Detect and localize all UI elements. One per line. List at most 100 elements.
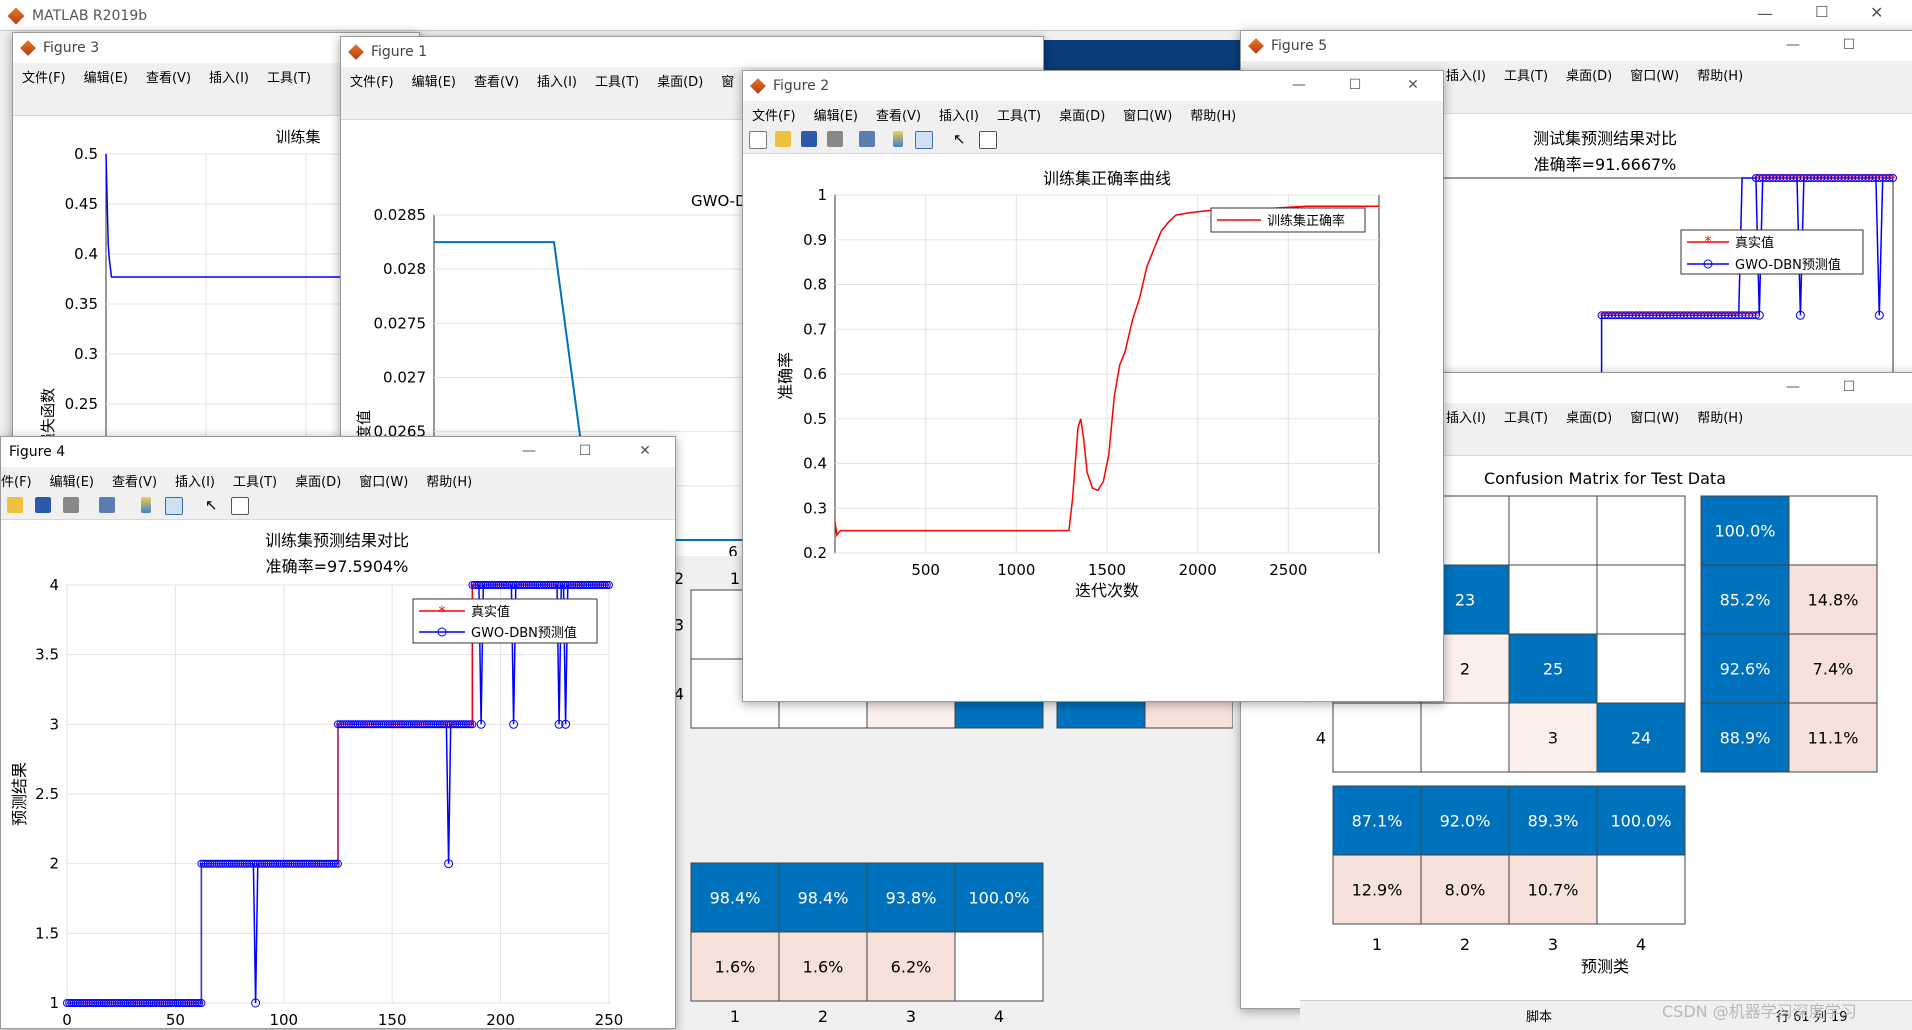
col-label: 3 (1548, 935, 1558, 954)
col-label: 1 (1372, 935, 1382, 954)
menu-insert[interactable]: 插入(I) (166, 467, 224, 490)
legend-icon[interactable] (165, 497, 183, 515)
menu-edit[interactable]: 编辑(E) (75, 63, 137, 86)
menu-tools[interactable]: 工具(T) (586, 67, 648, 90)
menu-file[interactable]: 文件(F) (13, 63, 75, 86)
minimize-icon[interactable]: — (521, 443, 537, 459)
colorbar-icon[interactable] (141, 497, 151, 513)
minimize-icon[interactable]: — (1291, 77, 1307, 93)
figure-1-titlebar[interactable]: Figure 1 (341, 37, 1043, 67)
panel-icon[interactable] (231, 497, 249, 515)
print-icon[interactable] (827, 131, 843, 147)
maximize-icon[interactable]: ☐ (1841, 37, 1857, 53)
y-tick-label: 0.25 (65, 395, 98, 413)
menu-window[interactable]: 窗口(W) (1621, 403, 1688, 426)
menu-insert[interactable]: 插入(I) (1437, 403, 1495, 426)
save-icon[interactable] (801, 131, 817, 147)
link-icon[interactable] (99, 497, 115, 513)
y-tick-label: 0.3 (74, 345, 98, 363)
menu-insert[interactable]: 插入(I) (528, 67, 586, 90)
menu-view[interactable]: 查看(V) (137, 63, 200, 86)
figure-2-window[interactable]: Figure 2 — ☐ ✕ 文件(F) 编辑(E) 查看(V) 插入(I) 工具(T)… (742, 70, 1444, 702)
menu-view[interactable]: 查看(V) (867, 101, 930, 124)
menu-file[interactable]: 文件(F) (743, 101, 805, 124)
menu-window[interactable]: 窗口(W) (350, 467, 417, 490)
pointer-icon[interactable]: ↖ (953, 131, 969, 147)
menu-tools[interactable]: 工具(T) (1495, 61, 1557, 84)
figure-toolbar: ↖ (743, 125, 1443, 154)
minimize-icon[interactable]: — (1785, 379, 1801, 395)
menu-desktop[interactable]: 桌面(D) (1557, 403, 1621, 426)
figure-4-titlebar[interactable]: Figure 4 — ☐ ✕ (1, 437, 675, 467)
col-summary-value: 1.6% (715, 958, 756, 977)
menu-desktop[interactable]: 桌面(D) (286, 467, 350, 490)
window-title: Figure 5 (1271, 38, 1328, 54)
plot-area: 训练集预测结果对比 准确率=97.5904% 4 3.5 3 2.5 2 1.5 1 0 50… (1, 520, 675, 1028)
maximize-icon[interactable]: ☐ (1815, 3, 1828, 21)
figure-2-titlebar[interactable]: Figure 2 — ☐ ✕ (743, 71, 1443, 101)
col-label: 2 (818, 1007, 828, 1026)
menu-file[interactable]: 件(F) (1, 467, 41, 490)
legend-icon[interactable] (915, 131, 933, 149)
col-summary-cell (954, 931, 1044, 1002)
panel-icon[interactable] (979, 131, 997, 149)
legend-label: 训练集正确率 (1267, 213, 1345, 229)
maximize-icon[interactable]: ☐ (577, 443, 593, 459)
close-icon[interactable]: ✕ (1405, 77, 1421, 93)
chart-title: 训练集预测结果对比 (265, 531, 409, 550)
y-tick-label: 1 (817, 186, 827, 204)
menu-view[interactable]: 查看(V) (103, 467, 166, 490)
col-label: 2 (1460, 935, 1470, 954)
menu-tools[interactable]: 工具(T) (1495, 403, 1557, 426)
menu-tools[interactable]: 工具(T) (258, 63, 320, 86)
y-tick-label: 0.9 (803, 231, 827, 249)
x-tick-label: 0 (62, 1011, 72, 1028)
menu-tools[interactable]: 工具(T) (988, 101, 1050, 124)
menu-window[interactable]: 窗 (712, 67, 743, 90)
menu-insert[interactable]: 插入(I) (1437, 61, 1495, 84)
menu-view[interactable]: 查看(V) (465, 67, 528, 90)
legend: 训练集正确率 (1210, 207, 1366, 233)
row-summary-value: 11.1% (1808, 729, 1859, 748)
minimize-icon[interactable]: — (1785, 37, 1801, 53)
open-folder-icon[interactable] (7, 497, 23, 513)
new-file-icon[interactable] (749, 131, 767, 149)
menu-desktop[interactable]: 桌面(D) (1557, 61, 1621, 84)
menu-edit[interactable]: 编辑(E) (41, 467, 103, 490)
menu-edit[interactable]: 编辑(E) (403, 67, 465, 90)
close-icon[interactable]: ✕ (1870, 3, 1883, 22)
link-icon[interactable] (859, 131, 875, 147)
row-summary-value: 88.9% (1720, 729, 1771, 748)
y-tick-label: 0.8 (803, 276, 827, 294)
menu-help[interactable]: 帮助(H) (417, 467, 481, 490)
menu-window[interactable]: 窗口(W) (1621, 61, 1688, 84)
maximize-icon[interactable]: ☐ (1841, 379, 1857, 395)
colorbar-icon[interactable] (893, 131, 903, 147)
menu-insert[interactable]: 插入(I) (200, 63, 258, 86)
open-folder-icon[interactable] (775, 131, 791, 147)
figure-4-window[interactable]: Figure 4 — ☐ ✕ 件(F) 编辑(E) 查看(V) 插入(I) 工具(T) 桌… (0, 436, 676, 1029)
print-icon[interactable] (63, 497, 79, 513)
y-tick-label: 0.0275 (374, 314, 427, 332)
y-tick-label: 2 (49, 855, 59, 873)
figure-toolbar: ↖ (1, 491, 675, 520)
menu-window[interactable]: 窗口(W) (1114, 101, 1181, 124)
menu-desktop[interactable]: 桌面(D) (648, 67, 712, 90)
menu-help[interactable]: 帮助(H) (1688, 61, 1752, 84)
menu-edit[interactable]: 编辑(E) (805, 101, 867, 124)
pointer-icon[interactable]: ↖ (205, 497, 221, 513)
menu-file[interactable]: 文件(F) (341, 67, 403, 90)
menu-help[interactable]: 帮助(H) (1688, 403, 1752, 426)
matlab-figure-icon (20, 40, 36, 56)
minimize-icon[interactable]: — (1757, 4, 1773, 23)
maximize-icon[interactable]: ☐ (1347, 77, 1363, 93)
menu-help[interactable]: 帮助(H) (1181, 101, 1245, 124)
figure-5-titlebar[interactable]: Figure 5 — ☐ (1241, 31, 1912, 61)
menu-tools[interactable]: 工具(T) (224, 467, 286, 490)
save-icon[interactable] (35, 497, 51, 513)
menu-desktop[interactable]: 桌面(D) (1050, 101, 1114, 124)
close-icon[interactable]: ✕ (637, 443, 653, 459)
chart-subtitle: 准确率=91.6667% (1534, 155, 1677, 174)
row-summary-value: 100.0% (1714, 522, 1775, 541)
menu-insert[interactable]: 插入(I) (930, 101, 988, 124)
